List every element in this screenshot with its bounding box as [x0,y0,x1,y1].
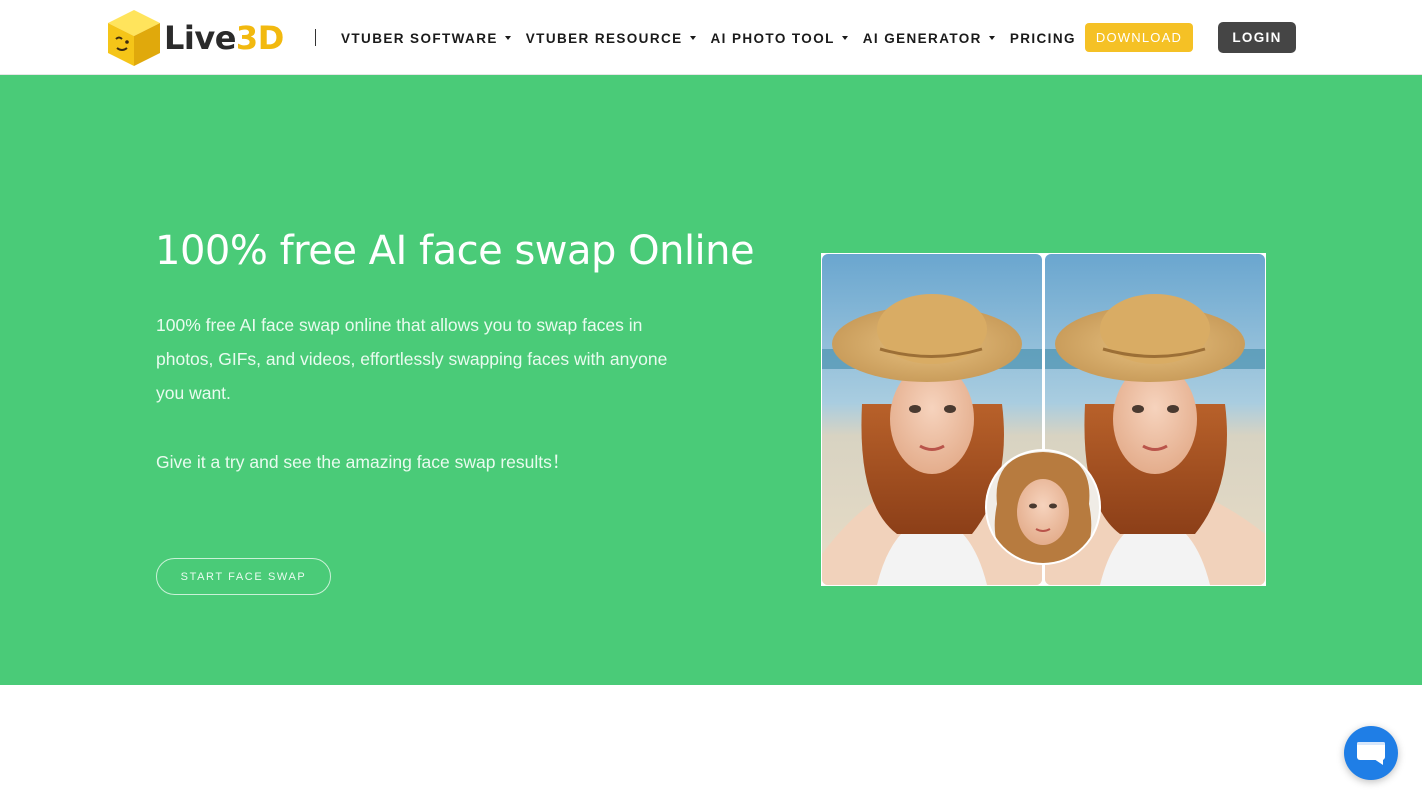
caret-down-icon [689,36,696,40]
download-button[interactable]: DOWNLOAD [1085,23,1193,52]
yellow-cube-logo-icon [106,8,162,68]
caret-down-icon [504,36,511,40]
login-button[interactable]: LOGIN [1218,22,1296,53]
hero-title: 100% free AI face swap Online [155,228,755,274]
face-swap-demo-image [821,253,1266,586]
start-face-swap-button[interactable]: START FACE SWAP [156,558,331,595]
navbar: Live3D VTUBER SOFTWARE VTUBER RESOURCE A… [0,0,1422,75]
nav-item-vtuber-software[interactable]: VTUBER SOFTWARE [341,31,511,46]
logo[interactable]: Live3D [106,8,284,68]
hero-try-text: Give it a try and see the amazing face s… [156,452,570,472]
nav-item-label: AI PHOTO TOOL [710,30,835,46]
hero-section: 100% free AI face swap Online 100% free … [0,75,1422,685]
nav-item-pricing[interactable]: PRICING [1010,31,1076,46]
nav-divider [315,29,316,46]
nav-item-label: AI GENERATOR [862,30,982,46]
caret-down-icon [988,36,995,40]
caret-down-icon [841,36,848,40]
nav-item-label: VTUBER SOFTWARE [341,30,498,46]
nav-item-label: VTUBER RESOURCE [525,30,683,46]
nav-item-ai-generator[interactable]: AI GENERATOR [863,31,995,46]
hero-description: 100% free AI face swap online that allow… [156,315,668,403]
nav-item-vtuber-resource[interactable]: VTUBER RESOURCE [526,31,696,46]
logo-text: Live3D [164,19,284,57]
logo-text-accent: 3D [235,19,284,57]
nav-item-ai-photo-tool[interactable]: AI PHOTO TOOL [711,31,848,46]
logo-text-main: Live [164,19,236,57]
main-nav: VTUBER SOFTWARE VTUBER RESOURCE AI PHOTO… [341,28,1091,48]
nav-item-label: PRICING [1009,30,1076,46]
chat-button[interactable] [1344,726,1398,780]
chat-bubble-icon [1357,742,1385,765]
